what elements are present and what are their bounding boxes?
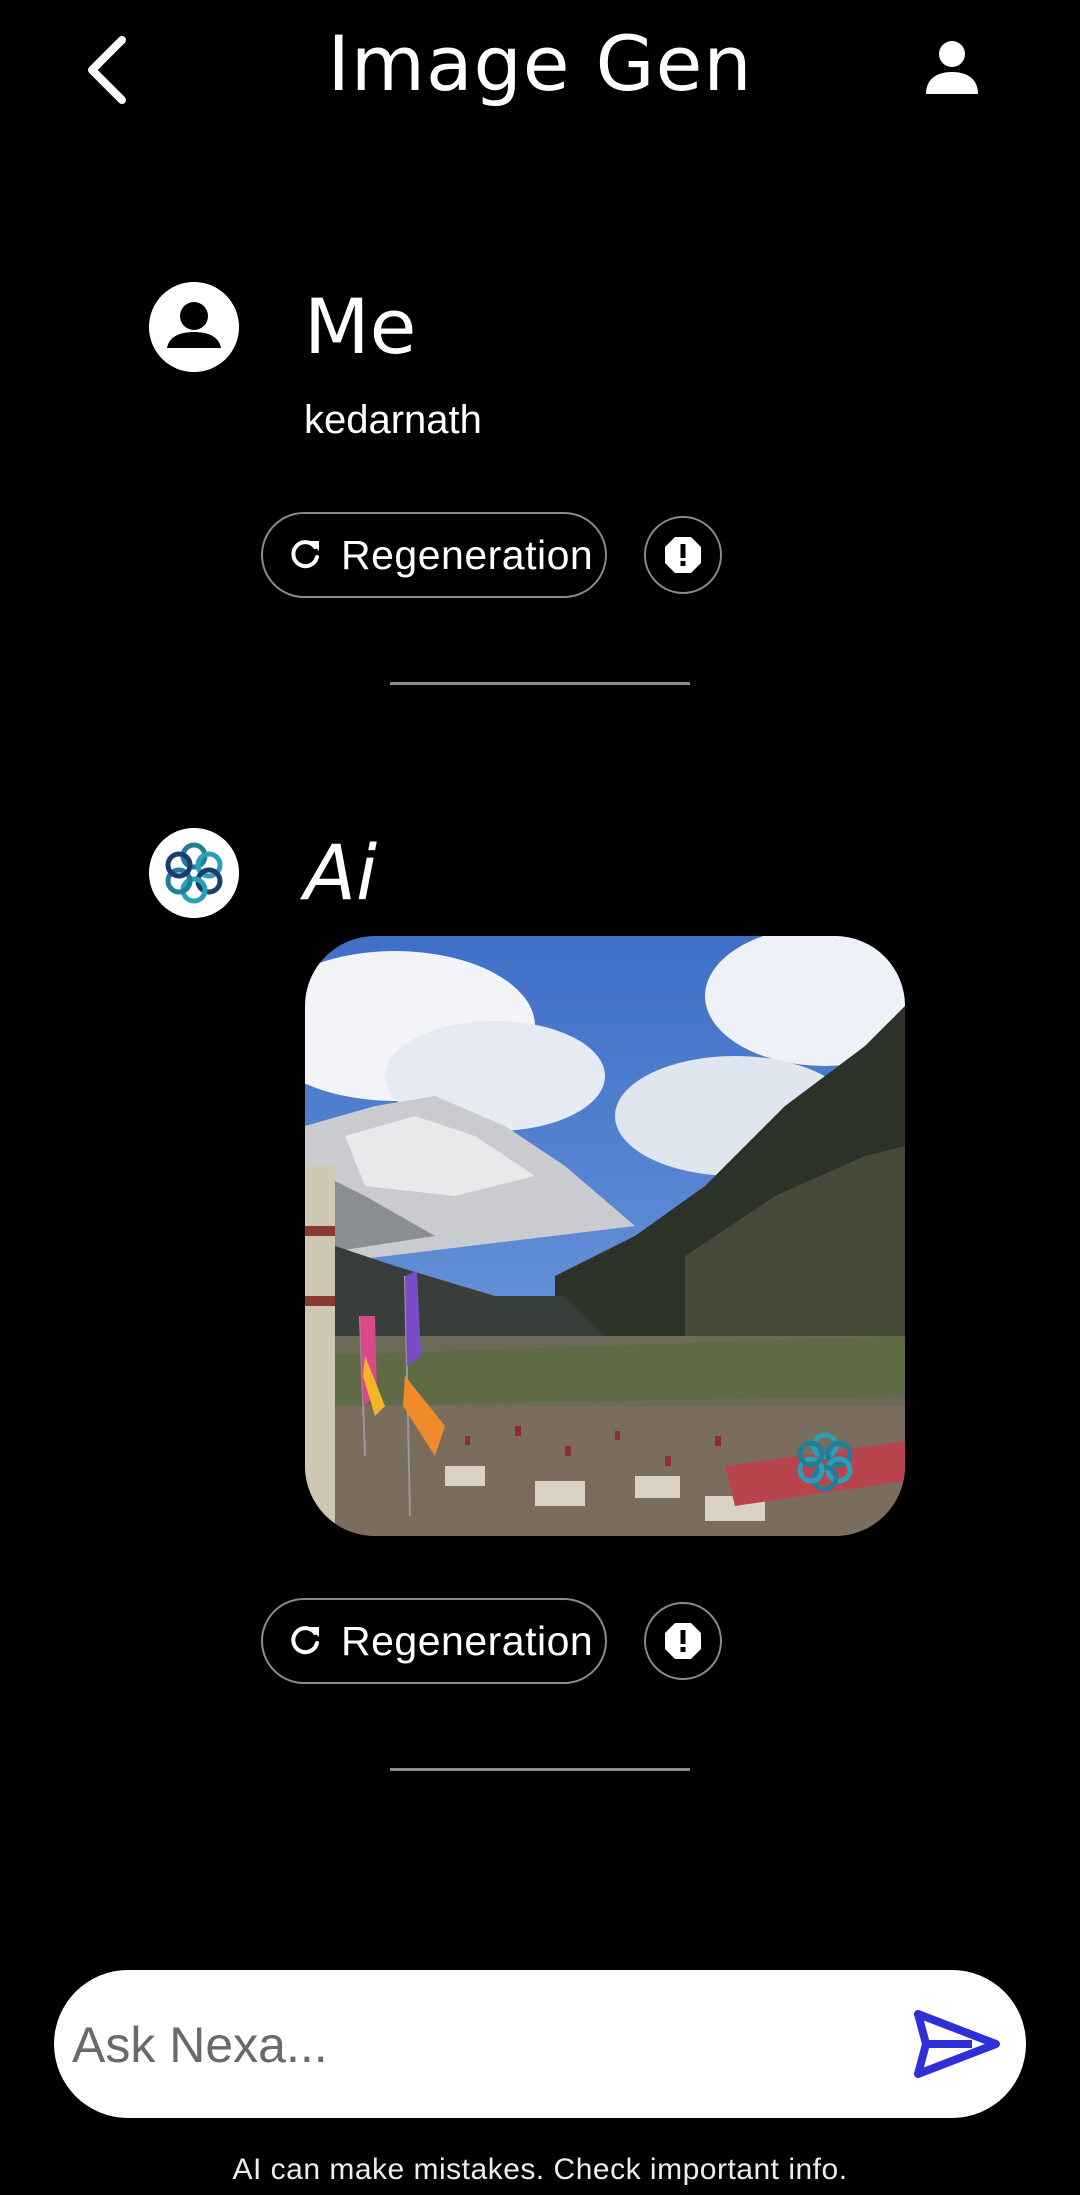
landscape-image: [305, 936, 905, 1536]
sender-name-me: Me: [304, 282, 417, 371]
regenerate-label: Regeneration: [341, 1617, 594, 1664]
ai-logo-icon: [149, 828, 239, 918]
disclaimer-text: AI can make mistakes. Check important in…: [232, 2153, 848, 2186]
profile-button[interactable]: [920, 36, 984, 100]
refresh-icon: [285, 1621, 325, 1661]
regenerate-label: Regeneration: [341, 531, 594, 578]
regenerate-button[interactable]: Regeneration: [261, 512, 607, 598]
divider: [390, 1768, 690, 1771]
report-button[interactable]: [644, 1602, 722, 1680]
user-avatar: [149, 282, 239, 372]
send-button[interactable]: [912, 2008, 1002, 2080]
report-icon: [665, 537, 701, 573]
send-icon: [914, 2010, 1000, 2078]
refresh-icon: [285, 535, 325, 575]
sender-name-ai: Ai: [304, 828, 378, 917]
account-circle-icon: [149, 282, 239, 372]
regenerate-button[interactable]: Regeneration: [261, 1598, 607, 1684]
report-icon: [665, 1623, 701, 1659]
page-title: Image Gen: [327, 19, 753, 108]
generated-image[interactable]: [305, 936, 905, 1536]
ask-input[interactable]: [70, 2000, 914, 2090]
person-icon: [926, 41, 978, 94]
ai-avatar: [149, 828, 239, 918]
report-button[interactable]: [644, 516, 722, 594]
user-message-text: kedarnath: [304, 398, 482, 442]
divider: [390, 682, 690, 685]
composer-bar: [54, 1970, 1026, 2118]
